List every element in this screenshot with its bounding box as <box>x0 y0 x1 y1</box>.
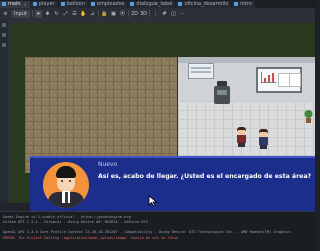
scene-icon <box>60 2 65 6</box>
bone-icon[interactable]: ⦿ <box>119 10 126 18</box>
scene-icon <box>234 2 239 6</box>
filesystem-dock-icon[interactable] <box>2 33 6 37</box>
window-blind <box>191 67 211 69</box>
character-body <box>237 135 246 143</box>
window-blind <box>191 71 211 73</box>
snap-icon[interactable]: ⋮ <box>152 10 159 18</box>
scale-tool-icon[interactable]: ⤢ <box>62 10 69 18</box>
left-dock-strip <box>0 19 8 203</box>
toolbar-divider <box>127 10 129 17</box>
select-tool-icon[interactable]: ➤ <box>34 9 42 18</box>
character-legs <box>238 143 245 147</box>
office-window <box>188 63 214 79</box>
group-icon[interactable]: ▣ <box>110 10 117 18</box>
scene-tab-bar: main ✕ player balloon empleados dialogue_… <box>0 0 315 8</box>
viewport-toolbar: ≡ Input ➤ ✥ ↻ ⤢ ☰ ✋ ⊿ 🔒 ▣ ⦿ 2D 3D ⋮ # ◫ … <box>0 8 315 19</box>
speaker-portrait <box>43 162 89 208</box>
chart-bar <box>272 73 274 82</box>
pan-tool-icon[interactable]: ✋ <box>80 10 87 18</box>
mode-3d-button[interactable]: 3D <box>140 10 147 18</box>
scene-dock-icon[interactable] <box>2 23 6 27</box>
portrait-eye <box>69 180 71 182</box>
character-body <box>259 137 268 145</box>
tab-player[interactable]: player <box>30 0 58 8</box>
output-line: Vulkan API 1.3.4 - Forward+ - Using Devi… <box>3 220 148 224</box>
list-select-icon[interactable]: ☰ <box>71 10 78 18</box>
scene-icon <box>178 2 183 6</box>
vertical-ruler <box>8 19 12 203</box>
chart-bar <box>264 78 266 82</box>
view-icon[interactable]: ◫ <box>170 10 177 18</box>
mode-2d-button[interactable]: 2D <box>131 10 138 18</box>
toolbar-divider <box>97 10 99 17</box>
whiteboard <box>256 67 302 93</box>
output-error-line: ERROR: The Project Setting 'application/… <box>3 236 179 240</box>
toolbar-divider <box>31 10 33 17</box>
lock-icon[interactable]: 🔒 <box>101 10 108 18</box>
coffee-machine <box>214 86 230 104</box>
more-icon[interactable]: ⋯ <box>179 10 186 18</box>
dialogue-balloon[interactable]: Nuevo Así es, acabo de llegar. ¿Usted es… <box>30 156 315 211</box>
tab-oficina-desarrollo[interactable]: oficina_desarrollo <box>176 0 232 8</box>
ruler-tool-icon[interactable]: ⊿ <box>89 10 96 18</box>
move-tool-icon[interactable]: ✥ <box>44 10 51 18</box>
scene-icon <box>130 2 135 6</box>
whiteboard-document <box>289 73 301 87</box>
tab-empleados[interactable]: empleados <box>88 0 128 8</box>
import-dock-icon[interactable] <box>2 43 6 47</box>
toolbar-divider <box>149 10 151 17</box>
tab-main[interactable]: main ✕ <box>0 0 30 8</box>
output-panel[interactable]: Godot Engine v4.3.stable.official - http… <box>0 211 315 251</box>
npc-character <box>236 127 247 147</box>
rotate-tool-icon[interactable]: ↻ <box>53 10 60 18</box>
mouse-cursor-icon <box>148 195 158 207</box>
portrait-tie <box>65 192 68 203</box>
horizontal-ruler <box>8 19 315 23</box>
input-toggle-button[interactable]: Input <box>11 9 30 18</box>
scene-icon <box>90 2 95 6</box>
scene-icon <box>2 2 6 6</box>
character-legs <box>260 145 267 149</box>
grid-icon[interactable]: # <box>161 10 168 18</box>
scene-icon <box>32 2 37 6</box>
dialogue-text: Así es, acabo de llegar. ¿Usted es el en… <box>98 173 312 180</box>
godot-editor-window: main ✕ player balloon empleados dialogue_… <box>0 0 315 251</box>
plant-icon <box>304 110 313 123</box>
close-icon[interactable]: ✕ <box>24 2 27 7</box>
whiteboard-chart <box>261 72 276 83</box>
coffee-machine-panel <box>217 90 227 95</box>
chart-bar <box>268 75 270 82</box>
tab-balloon[interactable]: balloon <box>58 0 88 8</box>
portrait-hair <box>56 166 76 178</box>
output-line: Godot Engine v4.3.stable.official - http… <box>3 215 131 219</box>
npc-character <box>258 129 269 149</box>
speaker-name: Nuevo <box>98 161 118 168</box>
portrait-eye <box>61 180 63 182</box>
tab-intro[interactable]: intro <box>232 0 255 8</box>
menu-icon[interactable]: ≡ <box>2 10 9 18</box>
output-line: OpenGL API 3.3.0 Core Profile Context 22… <box>3 230 291 234</box>
tab-dialogue-label[interactable]: dialogue_label <box>128 0 176 8</box>
